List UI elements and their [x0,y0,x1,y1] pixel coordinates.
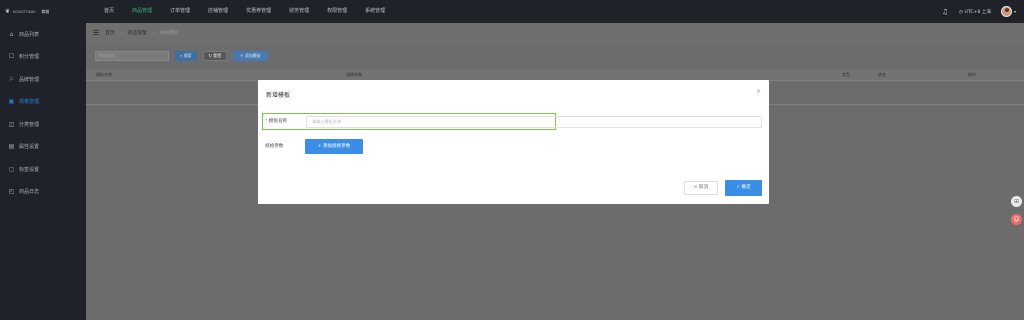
top-right-tools: ♫ ◷ UTC+8 上海 ▾ [941,0,1016,23]
gift-icon: ☐ [8,53,15,61]
add-template-button-label: 添加模板 [244,53,261,58]
timezone-label: UTC+8 上海 [964,9,991,15]
app-logo[interactable]: ❦ KONGTONAI 商城 [0,0,86,23]
top-navbar: ❦ KONGTONAI 商城 首页 商品管理 订单管理 店铺管理 优惠券管理 财… [0,0,1024,23]
nav-item-coupons[interactable]: 优惠券管理 [237,0,280,23]
column-header: 状态 [878,72,886,77]
nav-item-home[interactable]: 首页 [95,0,123,23]
search-button-label: 搜索 [183,53,192,58]
nav-item-system[interactable]: 系统管理 [356,0,394,23]
column-header: 规格参数 [346,72,362,77]
filter-toolbar: 模板名称 ⌕ 搜索 ↻ 重置 + 添加模板 [95,51,268,61]
template-name-label: * 模板名称 [265,118,287,124]
menu-toggle-icon[interactable]: ☰ [93,29,99,37]
sidebar-item-brands[interactable]: ⚐ 品牌管理 [0,68,86,91]
add-template-button[interactable]: + 添加模板 [233,51,268,61]
log-icon: ◰ [8,188,15,196]
tag-icon: ◻ [9,165,14,173]
add-template-dialog: 新增模板 × * 模板名称 请输入模板名称 规格参数 + 添加规格参数 × 取消… [258,80,769,204]
column-header: 类型 [842,72,850,77]
breadcrumb-separator: / [120,30,123,36]
sidebar-item-categories[interactable]: ◫ 分类管理 [0,113,86,136]
sidebar-item-label: 品牌管理 [19,76,40,83]
reset-button-label: 重置 [213,53,222,58]
app-name: 商城 [41,8,50,14]
nav-item-stores[interactable]: 店铺管理 [199,0,237,23]
breadcrumb-item-products[interactable]: 商品管理 [128,30,146,36]
flag-icon: ⚐ [8,75,15,83]
dialog-title: 新增模板 [266,92,291,99]
sidebar: ⌂ 商品列表 ☐ 积分管理 ⚐ 品牌管理 ▣ 规格管理 ◫ 分类管理 ▤ 属性设… [0,23,86,320]
chevron-down-icon[interactable]: ▾ [1014,9,1016,14]
sidebar-item-label: 商品列表 [19,31,40,38]
nav-item-orders[interactable]: 订单管理 [161,0,199,23]
breadcrumb-item-home[interactable]: 首页 [105,30,114,36]
sidebar-item-label: 积分管理 [19,54,40,61]
breadcrumb-separator: / [152,30,154,36]
breadcrumb-item-current: 规格模板 [160,31,179,36]
template-name-search-input[interactable]: 模板名称 [95,51,169,61]
required-mark: * [265,119,268,124]
bell-icon[interactable]: ♫ [941,8,949,16]
sidebar-item-logs[interactable]: ◰ 商品日志 [0,181,86,204]
home-icon: ⌂ [9,30,14,38]
confirm-button[interactable]: ✓ 确定 [725,180,762,196]
sidebar-item-label: 分类管理 [19,121,40,128]
floating-help-icon[interactable]: ☺ [1011,214,1022,225]
column-header: 操作 [968,72,976,77]
spec-params-label: 规格参数 [265,144,284,149]
nav-item-products[interactable]: 商品管理 [123,0,161,23]
sidebar-item-attributes[interactable]: ▤ 属性设置 [0,136,86,159]
template-name-label-text: 模板名称 [268,119,288,124]
category-icon: ◫ [8,120,15,128]
logo-icon: ❦ [5,9,11,15]
top-nav-menu: 首页 商品管理 订单管理 店铺管理 优惠券管理 财务管理 权限管理 系统管理 [95,0,394,23]
cancel-button[interactable]: × 取消 [684,181,718,195]
nav-item-finance[interactable]: 财务管理 [280,0,318,23]
column-header: 模板名称 [96,72,112,77]
sidebar-item-label: 规格管理 [19,99,40,106]
attribute-icon: ▤ [8,143,15,151]
brand-text: KONGTONAI [13,9,36,14]
sidebar-item-label: 属性设置 [19,144,40,151]
template-name-input[interactable]: 请输入模板名称 [306,116,762,128]
timezone-selector[interactable]: ◷ UTC+8 上海 [959,9,991,15]
sidebar-item-label: 标签设置 [19,166,40,173]
add-spec-param-button[interactable]: + 添加规格参数 [305,139,363,154]
sidebar-item-tags[interactable]: ◻ 标签设置 [0,158,86,181]
breadcrumb: ☰ 首页 / 商品管理 / 规格模板 [86,23,1024,43]
spec-icon: ▣ [8,98,15,106]
search-button[interactable]: ⌕ 搜索 [175,51,197,61]
sidebar-item-specs[interactable]: ▣ 规格管理 [0,91,86,114]
nav-item-permissions[interactable]: 权限管理 [318,0,356,23]
sidebar-item-label: 商品日志 [19,189,40,196]
sidebar-item-product-list[interactable]: ⌂ 商品列表 [0,23,86,46]
close-icon[interactable]: × [756,88,761,95]
avatar[interactable] [1000,6,1012,17]
sidebar-item-points[interactable]: ☐ 积分管理 [0,46,86,69]
reset-button[interactable]: ↻ 重置 [202,51,228,61]
floating-tool-icon[interactable]: ⊞ [1011,196,1022,207]
